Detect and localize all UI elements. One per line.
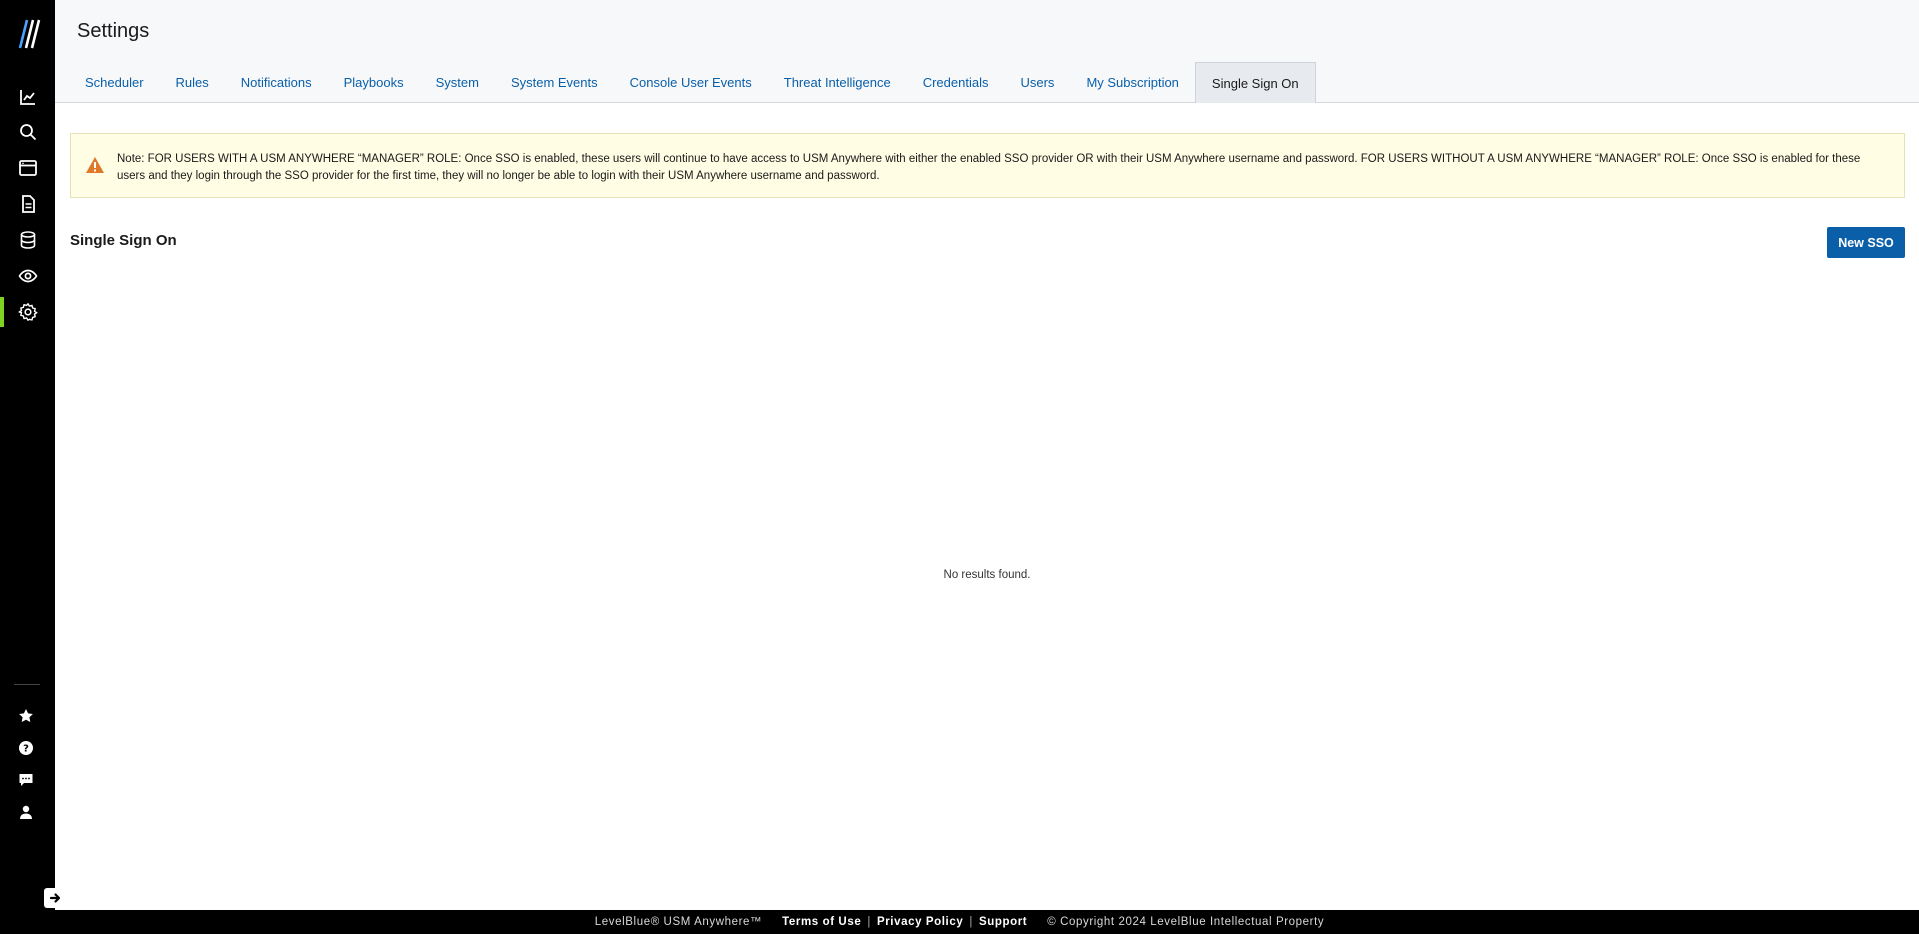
document-icon xyxy=(21,195,35,213)
window-icon xyxy=(18,160,37,176)
tab-my-subscription[interactable]: My Subscription xyxy=(1070,62,1194,103)
empty-results-message: No results found. xyxy=(943,569,1031,581)
chat-button[interactable] xyxy=(14,768,38,792)
warning-icon xyxy=(86,157,104,173)
page-title: Settings xyxy=(77,20,150,42)
eye-icon xyxy=(18,269,37,283)
help-icon: ? xyxy=(19,741,33,755)
collapse-sidebar-button[interactable] xyxy=(44,888,68,908)
sidebar-divider xyxy=(14,684,40,685)
tab-notifications[interactable]: Notifications xyxy=(225,62,328,103)
chat-icon xyxy=(19,774,33,786)
footer-separator: | xyxy=(867,916,871,928)
sidebar-item-settings[interactable] xyxy=(0,297,55,327)
footer: LevelBlue® USM Anywhere™ Terms of Use | … xyxy=(0,910,1919,934)
privacy-policy-link[interactable]: Privacy Policy xyxy=(877,916,963,928)
gear-icon xyxy=(18,303,37,321)
search-icon xyxy=(19,124,36,141)
favorites-button[interactable] xyxy=(14,704,38,728)
sidebar-item-dashboards[interactable] xyxy=(0,82,55,112)
user-button[interactable] xyxy=(14,800,38,824)
tab-threat-intelligence[interactable]: Threat Intelligence xyxy=(768,62,907,103)
help-button[interactable]: ? xyxy=(14,736,38,760)
footer-brand: LevelBlue® USM Anywhere™ xyxy=(594,916,763,928)
terms-of-use-link[interactable]: Terms of Use xyxy=(782,916,861,928)
chart-icon xyxy=(19,90,35,105)
user-icon xyxy=(20,805,32,819)
tab-system-events[interactable]: System Events xyxy=(495,62,614,103)
levelblue-logo[interactable] xyxy=(14,18,42,50)
support-link[interactable]: Support xyxy=(979,916,1027,928)
tab-users[interactable]: Users xyxy=(1004,62,1070,103)
page-header: Settings Scheduler Rules Notifications P… xyxy=(55,0,1919,103)
tab-credentials[interactable]: Credentials xyxy=(907,62,1005,103)
sidebar-item-activity[interactable] xyxy=(0,153,55,183)
new-sso-button[interactable]: New SSO xyxy=(1827,227,1905,258)
svg-text:?: ? xyxy=(23,744,29,755)
sidebar-item-search[interactable] xyxy=(0,117,55,147)
arrow-right-icon xyxy=(49,893,61,903)
star-icon xyxy=(19,709,33,722)
footer-separator: | xyxy=(969,916,973,928)
sidebar: ? xyxy=(0,0,55,910)
footer-copyright: © Copyright 2024 LevelBlue Intellectual … xyxy=(1047,916,1325,928)
sso-warning-notice: Note: FOR USERS WITH A USM ANYWHERE “MAN… xyxy=(70,133,1905,198)
section-title: Single Sign On xyxy=(70,232,177,249)
sidebar-item-reports[interactable] xyxy=(0,189,55,219)
tab-scheduler[interactable]: Scheduler xyxy=(69,62,160,103)
tab-rules[interactable]: Rules xyxy=(160,62,225,103)
tab-single-sign-on[interactable]: Single Sign On xyxy=(1194,62,1316,103)
tab-system[interactable]: System xyxy=(420,62,495,103)
settings-tabs: Scheduler Rules Notifications Playbooks … xyxy=(55,62,1316,103)
sidebar-item-monitoring[interactable] xyxy=(0,261,55,291)
tab-console-user-events[interactable]: Console User Events xyxy=(614,62,768,103)
sidebar-item-data-sources[interactable] xyxy=(0,225,55,255)
database-icon xyxy=(20,231,35,249)
tab-playbooks[interactable]: Playbooks xyxy=(328,62,420,103)
notice-text: Note: FOR USERS WITH A USM ANYWHERE “MAN… xyxy=(117,153,1861,182)
